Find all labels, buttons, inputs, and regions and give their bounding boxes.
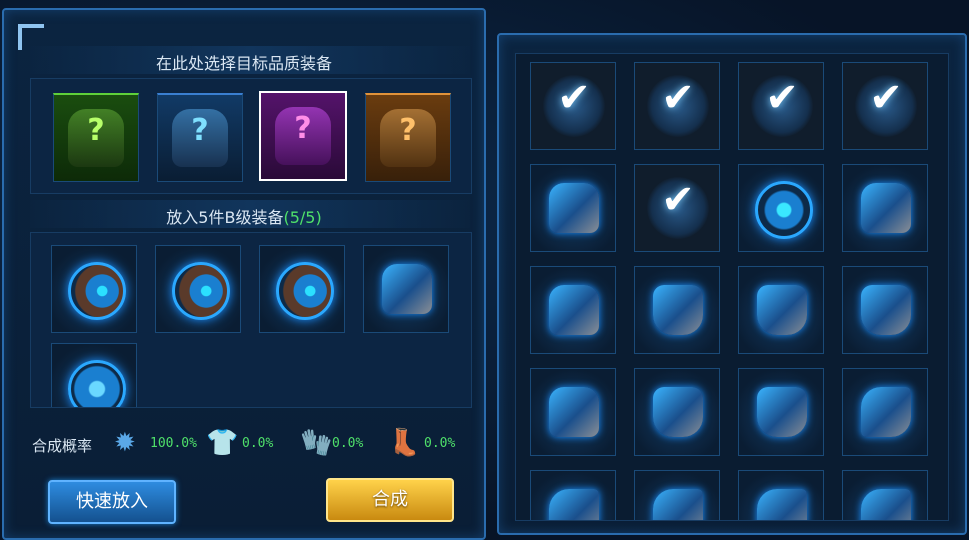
inventory-slot-chest[interactable] <box>634 368 720 456</box>
inventory-slot-glove[interactable] <box>634 470 720 520</box>
inventory-slot-chest[interactable] <box>634 266 720 354</box>
input-slot-5[interactable] <box>51 343 137 407</box>
inventory-slot-helmet[interactable] <box>530 266 616 354</box>
chest-armor-icon <box>653 285 703 335</box>
question-mark-icon: ? <box>399 113 417 148</box>
check-icon: ✔ <box>765 75 799 121</box>
glove-armor-icon <box>549 489 599 520</box>
input-slot-1[interactable] <box>51 245 137 333</box>
target-slot-purple[interactable]: ? <box>259 91 347 181</box>
chest-armor-icon <box>757 285 807 335</box>
question-mark-icon: ? <box>191 113 209 148</box>
inventory-slot-glove[interactable] <box>530 470 616 520</box>
question-mark-icon: ? <box>87 113 105 148</box>
helmet-armor-icon <box>549 183 599 233</box>
check-icon: ✔ <box>661 177 695 223</box>
chest-armor-icon <box>861 285 911 335</box>
inventory-slot-checked[interactable]: ✔ <box>530 62 616 150</box>
inventory-panel: ✔ ✔ ✔ ✔ ✔ <box>497 33 967 535</box>
target-quality-title: 在此处选择目标品质装备 <box>155 54 332 73</box>
input-title: 放入5件B级装备(5/5) <box>4 204 484 228</box>
inventory-slot-helmet[interactable] <box>530 164 616 252</box>
target-slot-area: ? ? ? ? <box>30 78 472 194</box>
inventory-slot-glove[interactable] <box>738 470 824 520</box>
helmet-armor-icon <box>549 285 599 335</box>
inventory-slot-chest[interactable] <box>738 266 824 354</box>
inventory-slot-helmet[interactable] <box>842 164 928 252</box>
check-icon: ✔ <box>557 75 591 121</box>
inventory-slot-checked[interactable]: ✔ <box>634 164 720 252</box>
orb-armor-icon <box>276 262 334 320</box>
orb-armor-icon <box>172 262 230 320</box>
input-count: (5/5) <box>283 208 322 227</box>
question-mark-icon: ? <box>294 111 312 146</box>
glove-armor-icon <box>653 489 703 520</box>
gear-icon: ✹ <box>114 428 136 458</box>
glove-armor-icon <box>861 387 911 437</box>
rate-value-glove: 0.0% <box>332 436 364 451</box>
chest-armor-icon <box>653 387 703 437</box>
target-slot-green[interactable]: ? <box>53 93 139 182</box>
helmet-armor-icon <box>382 264 432 314</box>
input-slot-area <box>30 232 472 408</box>
inventory-slot-chest[interactable] <box>842 266 928 354</box>
check-icon: ✔ <box>869 75 903 121</box>
inventory-slot-chest[interactable] <box>738 368 824 456</box>
ring-armor-icon <box>68 360 126 407</box>
rate-value-gear: 100.0% <box>150 436 197 451</box>
helmet-armor-icon <box>861 183 911 233</box>
inventory-slot-orb[interactable] <box>738 164 824 252</box>
inventory-slot-checked[interactable]: ✔ <box>738 62 824 150</box>
input-title-text: 放入5件B级装备 <box>166 208 284 227</box>
helmet-armor-icon <box>549 387 599 437</box>
rate-value-chest: 0.0% <box>242 436 274 451</box>
inventory-slot-glove[interactable] <box>842 470 928 520</box>
inventory-slot-glove[interactable] <box>842 368 928 456</box>
glove-armor-icon <box>757 489 807 520</box>
target-slot-blue[interactable]: ? <box>157 93 243 182</box>
orb-armor-icon <box>755 181 813 239</box>
input-slot-3[interactable] <box>259 245 345 333</box>
chest-icon: 👕 <box>206 428 239 458</box>
check-icon: ✔ <box>661 75 695 121</box>
inventory-slot-helmet[interactable] <box>530 368 616 456</box>
inventory-slot-checked[interactable]: ✔ <box>842 62 928 150</box>
orb-armor-icon <box>68 262 126 320</box>
inventory-slot-checked[interactable]: ✔ <box>634 62 720 150</box>
compose-panel: 在此处选择目标品质装备 ? ? ? ? 放入5件B级装备(5/5) 合成概率 ✹ <box>2 8 486 540</box>
target-slot-orange[interactable]: ? <box>365 93 451 182</box>
quick-fill-button[interactable]: 快速放入 <box>48 480 176 524</box>
glove-icon: 🧤 <box>300 428 333 458</box>
chest-armor-icon <box>757 387 807 437</box>
rate-label: 合成概率 <box>32 437 93 455</box>
input-slot-4[interactable] <box>363 245 449 333</box>
glove-armor-icon <box>861 489 911 520</box>
inventory-grid: ✔ ✔ ✔ ✔ ✔ <box>515 53 949 521</box>
rate-value-boots: 0.0% <box>424 436 456 451</box>
input-slot-2[interactable] <box>155 245 241 333</box>
boots-icon: 👢 <box>388 428 421 458</box>
compose-button[interactable]: 合成 <box>326 478 454 522</box>
compose-rate-row: 合成概率 ✹ 100.0% 👕 0.0% 🧤 0.0% 👢 0.0% <box>4 422 484 462</box>
